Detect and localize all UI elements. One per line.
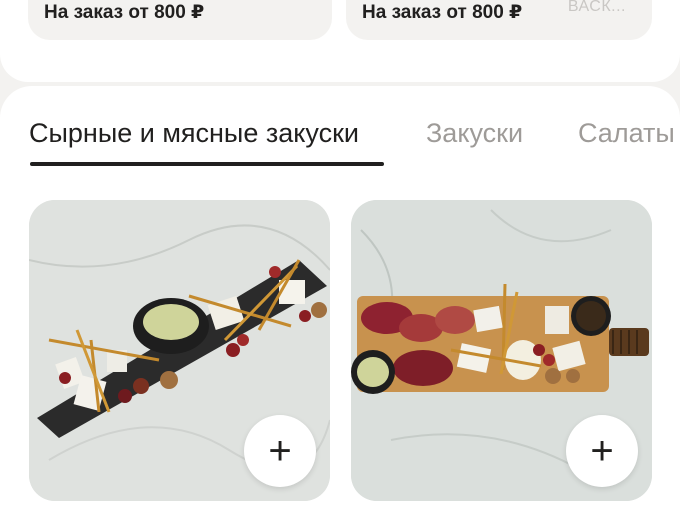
plus-icon: + <box>590 429 614 473</box>
plus-icon: + <box>268 429 292 473</box>
restaurant-cards-section: На заказ от 800 ₽ На заказ от 800 ₽ ВАСК… <box>0 0 680 82</box>
product-card-meat-cheese-board[interactable]: + <box>351 200 652 501</box>
product-card-cheese-platter[interactable]: + <box>29 200 330 501</box>
add-to-cart-button[interactable]: + <box>244 415 316 487</box>
order-minimum-label: На заказ от 800 ₽ <box>44 2 205 23</box>
active-tab-underline <box>30 162 384 166</box>
faded-truncated-text: ВАСК... <box>567 0 626 15</box>
tab-snacks[interactable]: Закуски <box>426 118 523 149</box>
tab-salads[interactable]: Салаты <box>578 118 675 149</box>
tab-cheese-meat-snacks[interactable]: Сырные и мясные закуски <box>29 118 359 149</box>
restaurant-card-1[interactable]: На заказ от 800 ₽ <box>28 0 332 40</box>
menu-section: Сырные и мясные закуски Закуски Салаты +… <box>0 86 680 526</box>
category-tabs: Сырные и мясные закуски Закуски Салаты <box>0 86 680 176</box>
add-to-cart-button[interactable]: + <box>566 415 638 487</box>
restaurant-card-2[interactable]: На заказ от 800 ₽ ВАСК... <box>346 0 652 40</box>
order-minimum-label: На заказ от 800 ₽ <box>362 2 523 23</box>
